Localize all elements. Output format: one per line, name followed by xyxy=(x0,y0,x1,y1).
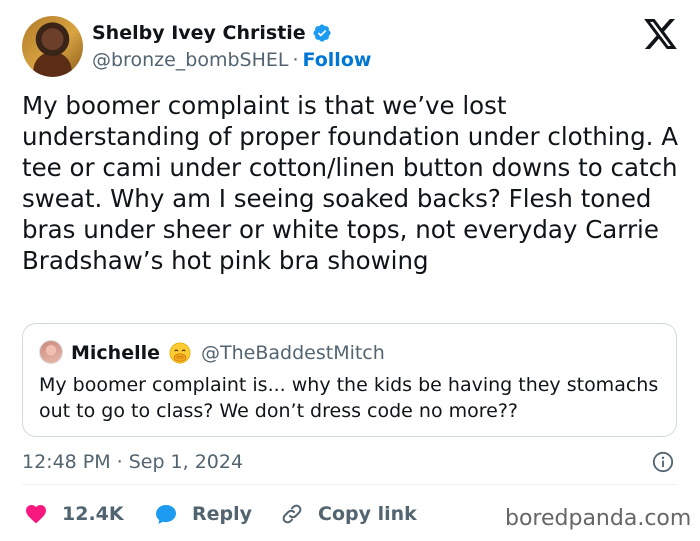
copy-link-label: Copy link xyxy=(318,503,417,525)
quoted-tweet[interactable]: Michelle @TheBaddestMitch My boomer comp… xyxy=(22,323,677,437)
verified-badge-icon xyxy=(313,24,331,42)
tweet-date: Sep 1, 2024 xyxy=(128,451,244,473)
like-button[interactable]: 12.4K xyxy=(24,502,154,526)
copy-link-button[interactable]: Copy link xyxy=(280,502,430,526)
reply-bubble-icon xyxy=(156,505,176,524)
quote-author-handle: @TheBaddestMitch xyxy=(201,342,385,364)
emoji-face-hand-over-mouth xyxy=(169,342,191,364)
watermark: boredpanda.com xyxy=(505,506,692,531)
divider xyxy=(22,484,677,485)
author-handle[interactable]: @bronze_bombSHEL xyxy=(92,49,288,71)
handle-separator: · xyxy=(292,49,299,71)
link-icon xyxy=(282,504,302,524)
follow-button[interactable]: Follow xyxy=(303,49,372,71)
quote-author-avatar[interactable] xyxy=(39,340,63,364)
reply-label: Reply xyxy=(192,503,253,525)
tweet-time: 12:48 PM xyxy=(22,451,111,473)
tweet-text: My boomer complaint is that we’ve lost u… xyxy=(22,91,686,275)
handle-row: @bronze_bombSHEL · Follow xyxy=(92,47,371,73)
author-avatar[interactable] xyxy=(22,16,83,77)
info-icon[interactable] xyxy=(652,451,674,473)
likes-count: 12.4K xyxy=(62,503,124,525)
meta-separator: · xyxy=(116,451,123,473)
action-bar: 12.4K Reply Copy link xyxy=(24,500,430,528)
reply-button[interactable]: Reply xyxy=(154,502,280,526)
tweet-timestamp[interactable]: 12:48 PM · Sep 1, 2024 xyxy=(22,449,243,475)
heart-icon xyxy=(26,505,46,524)
quote-header: Michelle @TheBaddestMitch xyxy=(71,340,385,366)
author-name[interactable]: Shelby Ivey Christie xyxy=(92,20,306,46)
quote-text: My boomer complaint is... why the kids b… xyxy=(39,374,659,422)
x-logo-icon[interactable] xyxy=(644,19,677,49)
author-name-row[interactable]: Shelby Ivey Christie xyxy=(92,20,332,46)
quote-author-name: Michelle xyxy=(71,342,161,364)
